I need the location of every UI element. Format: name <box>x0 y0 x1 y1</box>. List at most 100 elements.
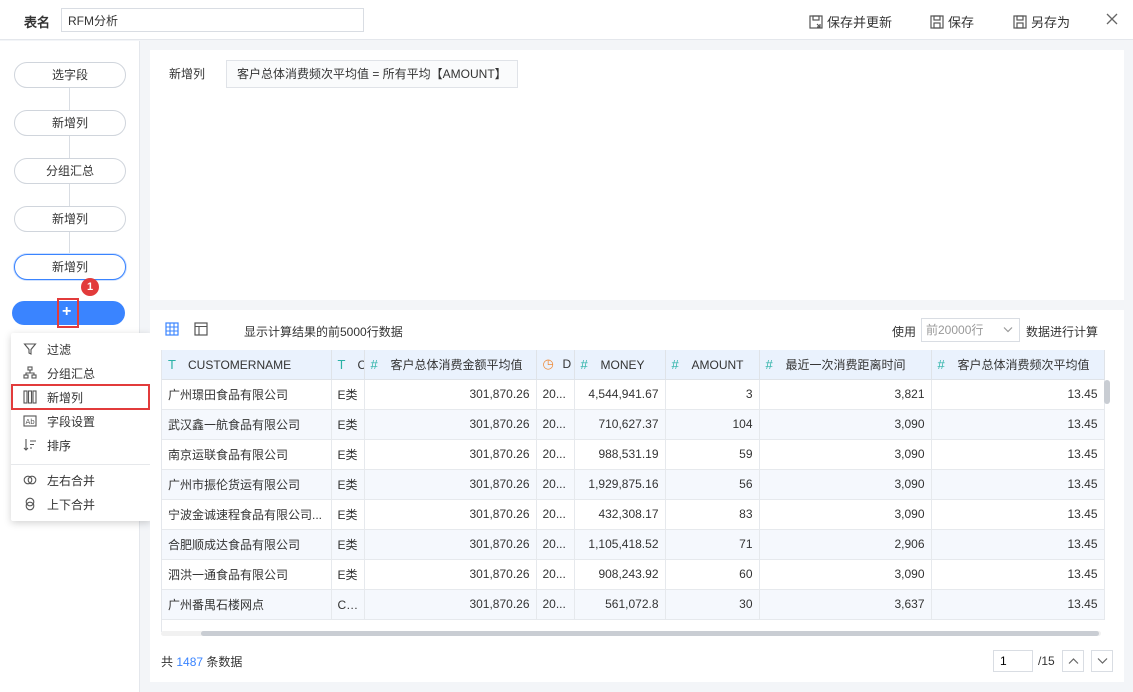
close-icon[interactable] <box>1105 12 1119 26</box>
step-add-column-2[interactable]: 新增列 <box>14 206 126 232</box>
group-icon <box>23 366 37 379</box>
menu-divider <box>11 464 151 465</box>
table-cell: 60 <box>665 559 760 590</box>
table-cell: 13.45 <box>931 499 1105 530</box>
table-cell: 泗洪一通食品有限公司 <box>162 559 332 590</box>
menu-item-filter[interactable]: 过滤 <box>11 337 151 361</box>
chevron-up-icon <box>1068 658 1079 664</box>
table-cell: 104 <box>665 409 760 440</box>
table-cell: 3,090 <box>759 499 932 530</box>
table-cell: 71 <box>665 529 760 560</box>
menu-item-label: 过滤 <box>47 342 72 357</box>
table-cell: 710,627.37 <box>574 409 666 440</box>
table-cell: 988,531.19 <box>574 439 666 470</box>
table-row[interactable]: 武汉鑫一航食品有限公司 E类 301,870.26 20... 710,627.37 10… <box>162 409 1105 440</box>
column-header-label: MONEY <box>600 357 645 372</box>
table-cell: 13.45 <box>931 379 1105 410</box>
menu-item-join-vertical[interactable]: 上下合并 <box>11 492 151 516</box>
table-row[interactable]: 南京运联食品有限公司 E类 301,870.26 20... 988,531.19 59 3… <box>162 439 1105 470</box>
table-cell: 20... <box>536 469 575 500</box>
table-cell: 301,870.26 <box>364 589 537 620</box>
table-cell: 13.45 <box>931 409 1105 440</box>
table-row[interactable]: 泗洪一通食品有限公司 E类 301,870.26 20... 908,243.92 60 3… <box>162 559 1105 590</box>
table-cell: 3,637 <box>759 589 932 620</box>
data-grid: TCUSTOMERNAME TC #客户总体消费金额平均值 ◷D #MONEY … <box>161 350 1113 632</box>
table-name-input[interactable] <box>61 8 364 32</box>
date-type-icon: ◷ <box>542 356 554 372</box>
table-cell: 3,090 <box>759 559 932 590</box>
save-and-update-label: 保存并更新 <box>827 15 893 30</box>
table-cell: 广州市振伦货运有限公司 <box>162 469 332 500</box>
column-header[interactable]: # MONEY <box>574 350 666 380</box>
table-cell: 13.45 <box>931 469 1105 500</box>
column-header[interactable]: # 客户总体消费频次平均值 <box>931 350 1105 380</box>
step-select-fields[interactable]: 选字段 <box>14 62 126 88</box>
table-row[interactable]: 宁波金诚速程食品有限公司... E类 301,870.26 20... 432,308.… <box>162 499 1105 530</box>
formula-panel: 新增列 客户总体消费频次平均值 = 所有平均【AMOUNT】 <box>150 50 1124 300</box>
numeric-type-icon: # <box>580 356 588 372</box>
table-cell: 20... <box>536 379 575 410</box>
layout-view-icon[interactable] <box>194 322 208 336</box>
table-cell: E类 <box>331 439 365 470</box>
table-cell: 20... <box>536 499 575 530</box>
column-header[interactable]: ◷ D <box>536 350 575 380</box>
grid-header-row: TCUSTOMERNAME TC #客户总体消费金额平均值 ◷D #MONEY … <box>162 350 1105 380</box>
formula-expression[interactable]: 客户总体消费频次平均值 = 所有平均【AMOUNT】 <box>226 60 518 88</box>
page-number-input[interactable] <box>993 650 1033 672</box>
menu-item-group-summary[interactable]: 分组汇总 <box>11 361 151 385</box>
table-cell: E类 <box>331 529 365 560</box>
column-header[interactable]: TC <box>331 350 365 380</box>
save-icon <box>930 14 944 29</box>
next-page-button[interactable] <box>1091 650 1113 672</box>
menu-item-label: 左右合并 <box>47 473 96 488</box>
scrollbar-thumb[interactable] <box>201 631 1099 636</box>
table-cell: 13.45 <box>931 529 1105 560</box>
horizontal-scrollbar[interactable] <box>161 629 1101 637</box>
menu-item-sort[interactable]: 排序 <box>11 433 151 457</box>
numeric-type-icon: # <box>671 356 679 372</box>
column-header[interactable]: T CUSTOMERNAME <box>162 350 332 380</box>
grid-view-icon[interactable] <box>165 322 179 336</box>
svg-text:Ab: Ab <box>26 418 36 426</box>
table-cell: 1,105,418.52 <box>574 529 666 560</box>
table-cell: 432,308.17 <box>574 499 666 530</box>
table-cell: 南京运联食品有限公司 <box>162 439 332 470</box>
page-total: /15 <box>1038 654 1055 668</box>
table-cell: 广州璟田食品有限公司 <box>162 379 332 410</box>
table-row[interactable]: 广州番禺石楼网点 C类 301,870.26 20... 561,072.8 30 3,63… <box>162 589 1105 620</box>
total-prefix: 共 <box>161 655 174 669</box>
top-bar: 表名 保存并更新 保存 另存为 <box>0 0 1133 40</box>
table-cell: 3 <box>665 379 760 410</box>
table-cell: 3,090 <box>759 469 932 500</box>
preview-info-text: 显示计算结果的前5000行数据 <box>244 325 403 339</box>
column-header[interactable]: # 最近一次消费距离时间 <box>759 350 932 380</box>
menu-item-field-settings[interactable]: Ab 字段设置 <box>11 409 151 433</box>
save-and-update-button[interactable]: 保存并更新 <box>809 12 892 31</box>
calc-label: 数据进行计算 <box>1026 325 1099 339</box>
column-header[interactable]: # 客户总体消费金额平均值 <box>364 350 537 380</box>
total-count-value: 1487 <box>176 655 204 669</box>
table-cell: 武汉鑫一航食品有限公司 <box>162 409 332 440</box>
save-as-label: 另存为 <box>1031 15 1071 30</box>
table-cell: 20... <box>536 529 575 560</box>
step-group-summary[interactable]: 分组汇总 <box>14 158 126 184</box>
table-row[interactable]: 合肥顺成达食品有限公司 E类 301,870.26 20... 1,105,418.52… <box>162 529 1105 560</box>
table-row[interactable]: 广州璟田食品有限公司 E类 301,870.26 20... 4,544,941.67 3… <box>162 379 1105 410</box>
menu-item-join-horizontal[interactable]: 左右合并 <box>11 468 151 492</box>
save-button[interactable]: 保存 <box>930 12 974 31</box>
table-cell: 3,090 <box>759 439 932 470</box>
prev-page-button[interactable] <box>1062 650 1084 672</box>
save-label: 保存 <box>948 15 975 30</box>
vertical-scrollbar[interactable] <box>1104 380 1110 404</box>
table-cell: 20... <box>536 409 575 440</box>
row-limit-select[interactable]: 前20000行 <box>921 318 1020 342</box>
save-as-button[interactable]: 另存为 <box>1013 12 1070 31</box>
table-row[interactable]: 广州市振伦货运有限公司 E类 301,870.26 20... 1,929,875.16… <box>162 469 1105 500</box>
text-type-icon: T <box>337 356 346 372</box>
column-header-label: AMOUNT <box>691 357 744 372</box>
column-header[interactable]: # AMOUNT <box>665 350 760 380</box>
step-add-column-3[interactable]: 新增列 <box>14 254 126 280</box>
step-add-column-1[interactable]: 新增列 <box>14 110 126 136</box>
menu-item-label: 上下合并 <box>47 497 96 512</box>
table-cell: 合肥顺成达食品有限公司 <box>162 529 332 560</box>
